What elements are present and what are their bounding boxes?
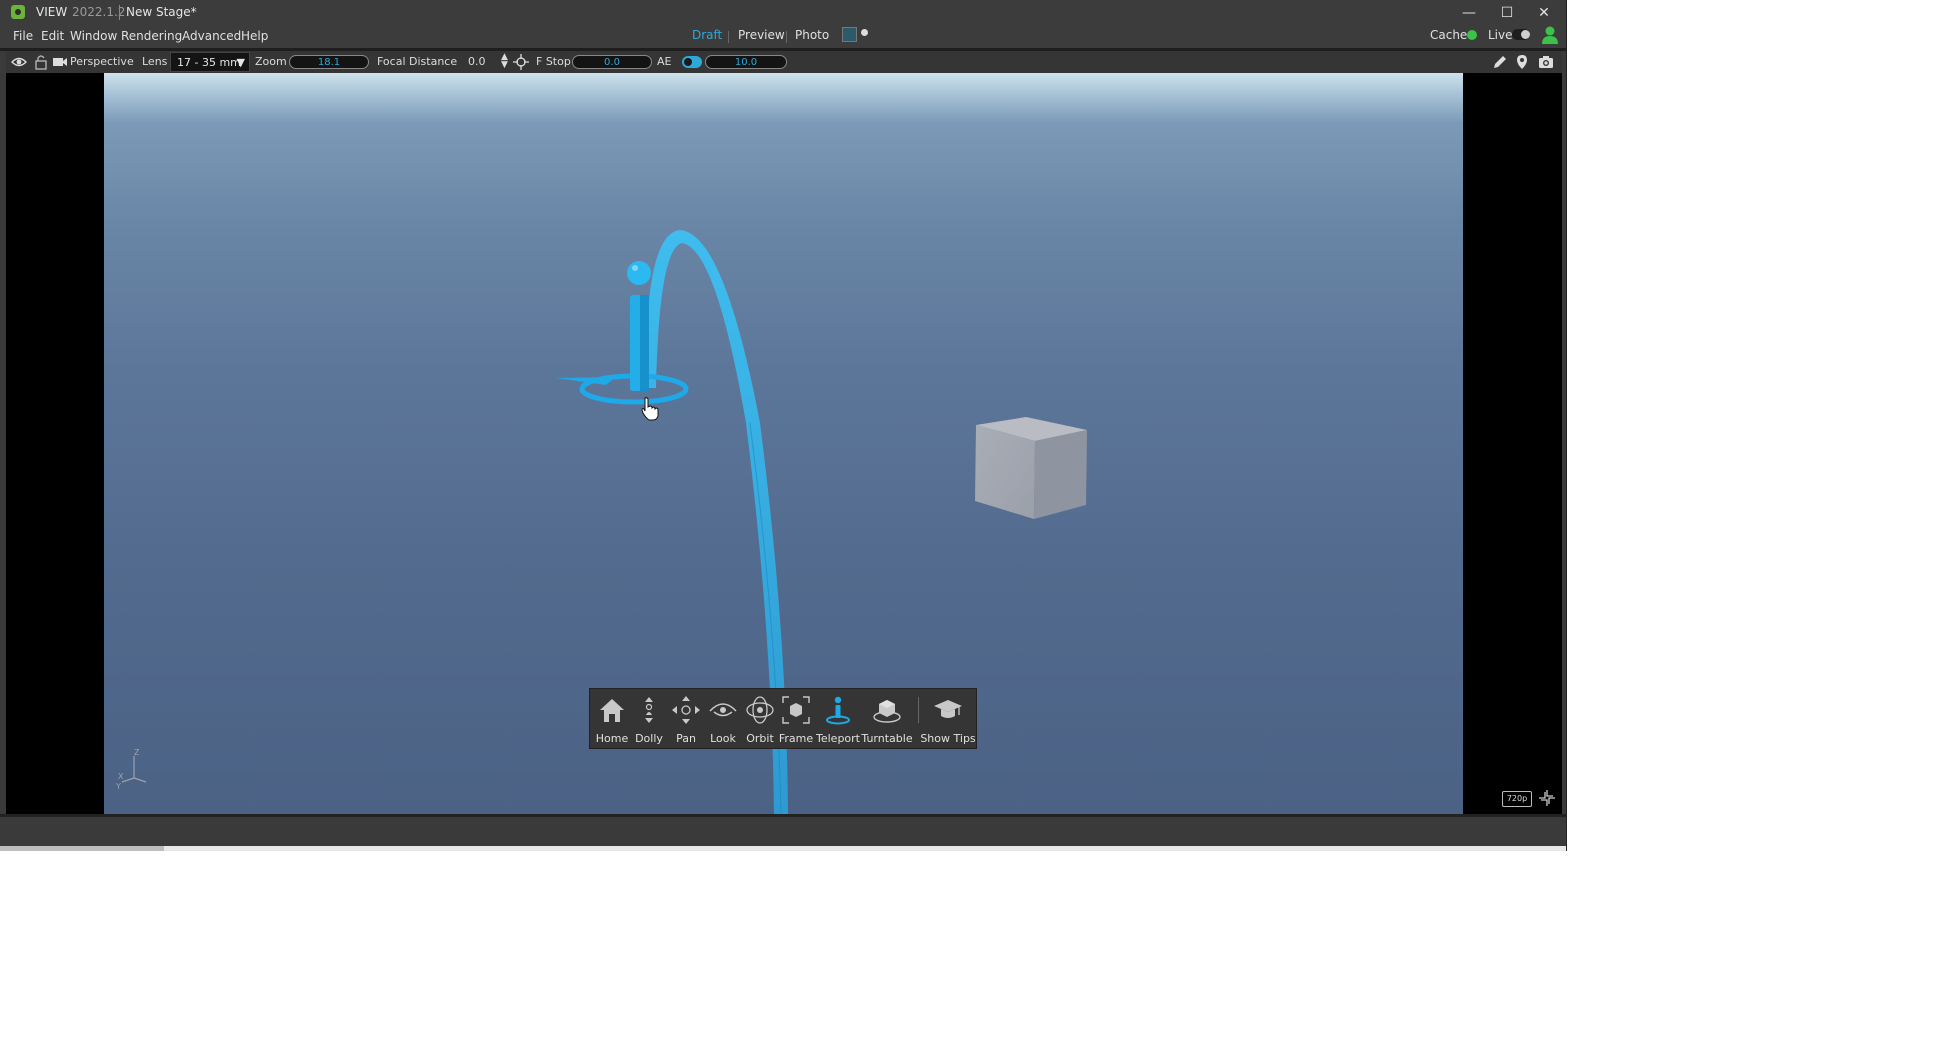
lens-select[interactable]: 17 - 35 mm ▼: [170, 52, 250, 72]
location-pin-icon[interactable]: [1514, 54, 1530, 70]
nav-look-label: Look: [710, 732, 736, 745]
chevron-down-icon: ▼: [236, 56, 245, 69]
projection-dropdown[interactable]: Perspective: [70, 55, 134, 68]
eye-icon[interactable]: [11, 54, 27, 70]
lock-icon[interactable]: [33, 54, 49, 70]
orbit-icon: [746, 696, 774, 724]
nav-turntable-label: Turntable: [861, 732, 913, 745]
nav-pan-label: Pan: [676, 732, 696, 745]
graduation-cap-icon: [934, 700, 962, 718]
camera-toolbar: Perspective Lens 17 - 35 mm ▼ Zoom 18.1 …: [6, 51, 1562, 73]
menu-edit[interactable]: Edit: [41, 29, 64, 43]
focal-distance-label: Focal Distance: [377, 55, 458, 68]
menu-help[interactable]: Help: [241, 29, 268, 43]
focus-target-icon[interactable]: [513, 54, 529, 70]
nav-orbit-button[interactable]: Orbit: [742, 689, 778, 748]
title-bar: VIEW 2022.1.2 New Stage* — ☐ ✕: [0, 0, 1566, 26]
lens-label: Lens: [142, 55, 168, 68]
nav-separator: [918, 697, 919, 723]
scrollbar-thumb[interactable]: [0, 846, 164, 851]
nav-dolly-label: Dolly: [635, 732, 663, 745]
nav-show-tips-button[interactable]: Show Tips: [920, 689, 976, 748]
axis-z-label: Z: [134, 748, 140, 757]
nav-frame-button[interactable]: Frame: [778, 689, 814, 748]
camera-icon[interactable]: [52, 54, 68, 70]
pencil-icon[interactable]: [1492, 54, 1508, 70]
minimize-button[interactable]: —: [1457, 3, 1481, 23]
render-mode-draft[interactable]: Draft: [692, 28, 722, 42]
live-label: Live: [1488, 28, 1513, 42]
horizontal-scrollbar[interactable]: [0, 846, 1566, 851]
nav-show-tips-label: Show Tips: [920, 732, 976, 745]
frame-icon: [782, 696, 810, 724]
navigation-toolbar: Home Dolly Pan Look Orbit Frame Teleport…: [589, 688, 977, 749]
record-dot-icon[interactable]: [861, 29, 868, 36]
teleport-marker: [556, 261, 689, 405]
app-name: VIEW: [36, 5, 68, 19]
pan-icon: [672, 696, 700, 724]
live-toggle[interactable]: [1512, 29, 1530, 40]
nav-turntable-button[interactable]: Turntable: [860, 689, 914, 748]
document-title: New Stage*: [126, 5, 197, 19]
app-window: VIEW 2022.1.2 New Stage* — ☐ ✕ File Edit…: [0, 0, 1567, 851]
turntable-icon: [873, 700, 901, 723]
look-icon: [709, 703, 737, 717]
menu-advanced[interactable]: Advanced: [182, 29, 241, 43]
teleport-icon: [826, 696, 850, 725]
mode-separator: [786, 31, 787, 43]
ae-label: AE: [657, 55, 672, 68]
fstop-label: F Stop: [536, 55, 571, 68]
focal-distance-input[interactable]: 0.0: [468, 55, 486, 68]
home-icon: [600, 699, 624, 722]
nav-teleport-button[interactable]: Teleport: [816, 689, 860, 748]
dolly-icon: [645, 697, 653, 723]
menu-rendering[interactable]: Rendering: [121, 29, 182, 43]
exposure-slider[interactable]: 10.0: [705, 55, 787, 69]
render-mode-photo[interactable]: Photo: [795, 28, 829, 42]
resolution-badge[interactable]: 720p: [1502, 791, 1532, 807]
axis-x-label: X: [118, 772, 124, 781]
nav-teleport-label: Teleport: [816, 732, 860, 745]
fstop-slider[interactable]: 0.0: [572, 55, 652, 69]
lens-value: 17 - 35 mm: [177, 56, 241, 69]
focal-stepper-icon[interactable]: ▲ ▼: [501, 53, 508, 70]
title-separator: [119, 5, 120, 20]
menu-window[interactable]: Window: [70, 29, 117, 43]
right-edge: [1562, 73, 1566, 814]
menu-bar: File Edit Window Rendering Advanced Help…: [0, 26, 1566, 48]
app-version: 2022.1.2: [72, 5, 126, 19]
nav-dolly-button[interactable]: Dolly: [630, 689, 668, 748]
ae-toggle[interactable]: [682, 56, 702, 68]
nav-look-button[interactable]: Look: [704, 689, 742, 748]
render-region-icon[interactable]: [842, 27, 857, 42]
close-button[interactable]: ✕: [1532, 3, 1556, 23]
menu-file[interactable]: File: [13, 29, 33, 43]
nav-pan-button[interactable]: Pan: [668, 689, 704, 748]
render-mode-preview[interactable]: Preview: [738, 28, 785, 42]
zoom-label: Zoom: [255, 55, 287, 68]
zoom-slider[interactable]: 18.1: [289, 55, 369, 69]
nav-home-button[interactable]: Home: [594, 689, 630, 748]
user-icon[interactable]: [1540, 26, 1560, 44]
maximize-button[interactable]: ☐: [1495, 3, 1519, 23]
grey-cube: [975, 417, 1087, 519]
cache-label: Cache: [1430, 28, 1468, 42]
axis-gizmo: Z X Y: [115, 748, 147, 790]
mode-separator: [728, 31, 729, 43]
axis-y-label: Y: [115, 782, 121, 790]
nav-frame-label: Frame: [778, 732, 814, 745]
app-logo-icon: [11, 5, 25, 19]
nav-home-label: Home: [595, 732, 629, 745]
cache-status-icon: [1467, 30, 1477, 40]
screenshot-icon[interactable]: [1538, 54, 1554, 70]
nav-orbit-label: Orbit: [746, 732, 774, 745]
fullscreen-icon[interactable]: [1538, 789, 1556, 807]
